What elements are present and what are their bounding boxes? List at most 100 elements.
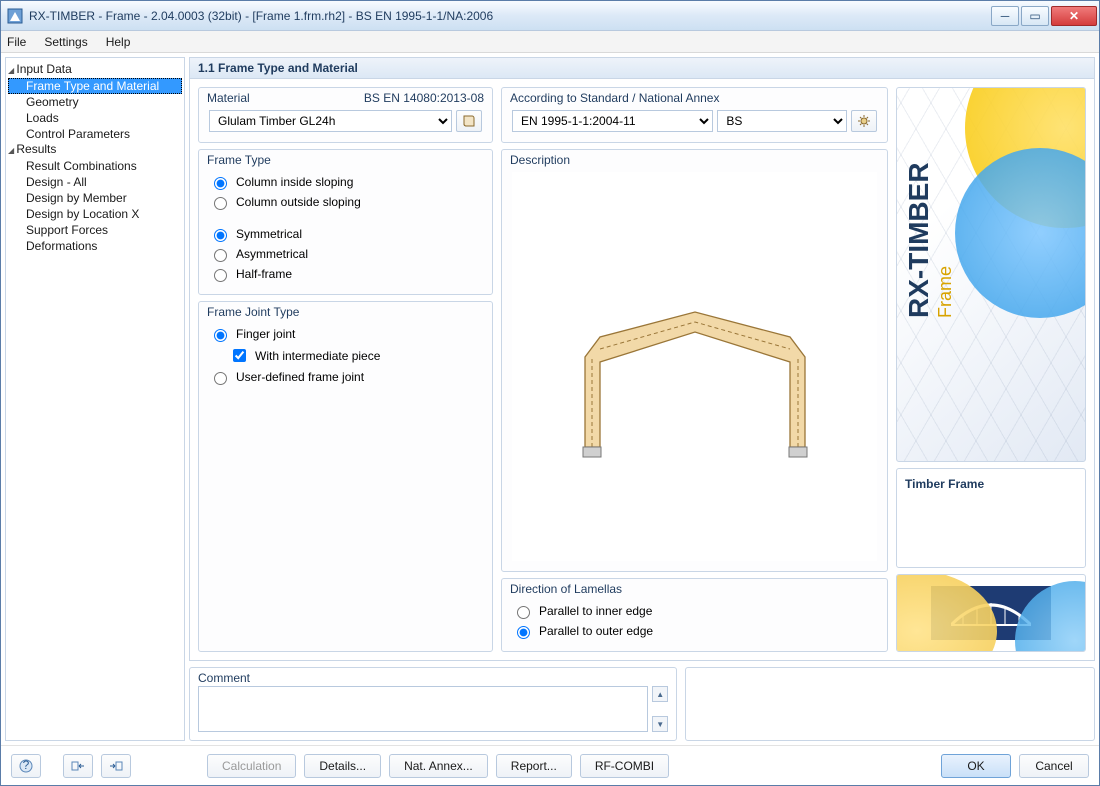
menu-file[interactable]: File [7,35,26,49]
arrow-right-icon [109,760,123,772]
radio-label: Asymmetrical [236,247,308,261]
calculation-button[interactable]: Calculation [207,754,296,778]
radio-label: Parallel to inner edge [539,604,652,618]
radio-label: Parallel to outer edge [539,624,653,638]
body: Input Data Frame Type and Material Geome… [1,53,1099,745]
tree-item-result-combos[interactable]: Result Combinations [8,158,182,174]
minimize-button[interactable]: ─ [991,6,1019,26]
next-button[interactable] [101,754,131,778]
standard-settings-button[interactable] [851,110,877,132]
group-comment: Comment ▲ ▼ [189,667,677,741]
prev-button[interactable] [63,754,93,778]
navigation-tree: Input Data Frame Type and Material Geome… [5,57,185,741]
menubar: File Settings Help [1,31,1099,53]
joint-type-label: Frame Joint Type [207,305,299,319]
nat-annex-button[interactable]: Nat. Annex... [389,754,488,778]
radio-symmetrical[interactable] [214,229,227,242]
panel-body: Material BS EN 14080:2013-08 Glulam Timb… [189,79,1095,661]
maximize-button[interactable]: ▭ [1021,6,1049,26]
tree-item-design-all[interactable]: Design - All [8,174,182,190]
radio-parallel-outer[interactable] [517,626,530,639]
group-material: Material BS EN 14080:2013-08 Glulam Timb… [198,87,493,143]
panel-header: 1.1 Frame Type and Material [189,57,1095,79]
radio-label: User-defined frame joint [236,370,364,384]
brand-name: RX-TIMBER [903,162,935,318]
window-buttons: ─ ▭ ✕ [989,6,1097,26]
radio-label: Half-frame [236,267,292,281]
radio-asymmetrical[interactable] [214,249,227,262]
check-intermediate-piece[interactable] [233,349,246,362]
rf-combi-button[interactable]: RF-COMBI [580,754,669,778]
cancel-button[interactable]: Cancel [1019,754,1089,778]
tree-root-input[interactable]: Input Data [8,62,182,76]
menu-help[interactable]: Help [106,35,131,49]
ok-button[interactable]: OK [941,754,1011,778]
check-label: With intermediate piece [255,349,380,363]
radio-half-frame[interactable] [214,269,227,282]
lamellas-label: Direction of Lamellas [510,582,622,596]
tree-item-design-location[interactable]: Design by Location X [8,206,182,222]
tree-item-frame-type[interactable]: Frame Type and Material [8,78,182,94]
radio-column-outside[interactable] [214,197,227,210]
details-button[interactable]: Details... [304,754,381,778]
group-lamellas: Direction of Lamellas Parallel to inner … [501,578,888,652]
radio-column-inside[interactable] [214,177,227,190]
comment-textarea[interactable] [198,686,648,732]
comment-scroll: ▲ ▼ [652,686,668,732]
arrow-left-icon [71,760,85,772]
comment-row: Comment ▲ ▼ [189,667,1095,741]
scroll-down-button[interactable]: ▼ [652,716,668,732]
tree-item-support-forces[interactable]: Support Forces [8,222,182,238]
tree-item-deformations[interactable]: Deformations [8,238,182,254]
material-library-button[interactable] [456,110,482,132]
radio-label: Column inside sloping [236,175,353,189]
menu-settings[interactable]: Settings [44,35,87,49]
app-window: RX-TIMBER - Frame - 2.04.0003 (32bit) - … [0,0,1100,786]
group-description: Description [501,149,888,572]
sidebar-logo [896,574,1086,652]
col-right: RX-TIMBER Frame Timber Frame [896,87,1086,652]
gear-icon [857,114,871,128]
radio-parallel-inner[interactable] [517,606,530,619]
group-joint-type: Frame Joint Type Finger joint With inter… [198,301,493,652]
group-standard: According to Standard / National Annex E… [501,87,888,143]
tree-root-results[interactable]: Results [8,142,182,156]
close-button[interactable]: ✕ [1051,6,1097,26]
frame-preview [512,172,877,561]
tree-item-loads[interactable]: Loads [8,110,182,126]
footer: ? Calculation Details... Nat. Annex... R… [1,745,1099,785]
group-frame-type: Frame Type Column inside sloping Column … [198,149,493,295]
group-info [685,667,1095,741]
col-left: Material BS EN 14080:2013-08 Glulam Timb… [198,87,493,652]
description-label: Description [510,153,570,167]
col-mid: According to Standard / National Annex E… [501,87,888,652]
material-select[interactable]: Glulam Timber GL24h [209,110,452,132]
radio-label: Column outside sloping [236,195,361,209]
report-button[interactable]: Report... [496,754,572,778]
frame-type-label: Frame Type [207,153,271,167]
scroll-up-button[interactable]: ▲ [652,686,668,702]
app-icon [7,8,23,24]
sidebar-module-name: Timber Frame [896,468,1086,568]
comment-label: Comment [198,671,250,685]
help-button[interactable]: ? [11,754,41,778]
national-annex-select[interactable]: BS [717,110,847,132]
tree-item-geometry[interactable]: Geometry [8,94,182,110]
main-panel: 1.1 Frame Type and Material Material BS … [189,57,1095,741]
window-title: RX-TIMBER - Frame - 2.04.0003 (32bit) - … [29,9,989,23]
radio-user-defined-joint[interactable] [214,372,227,385]
help-icon: ? [19,759,33,773]
titlebar: RX-TIMBER - Frame - 2.04.0003 (32bit) - … [1,1,1099,31]
radio-finger-joint[interactable] [214,329,227,342]
brand-sub: Frame [935,266,956,318]
material-standard: BS EN 14080:2013-08 [364,91,484,105]
book-icon [462,114,476,128]
material-label: Material [207,91,250,105]
svg-text:?: ? [23,759,30,772]
tree-item-control[interactable]: Control Parameters [8,126,182,142]
radio-label: Symmetrical [236,227,302,241]
brand-graphic: RX-TIMBER Frame [896,87,1086,462]
frame-svg [545,267,845,467]
standard-code-select[interactable]: EN 1995-1-1:2004-11 [512,110,713,132]
tree-item-design-member[interactable]: Design by Member [8,190,182,206]
